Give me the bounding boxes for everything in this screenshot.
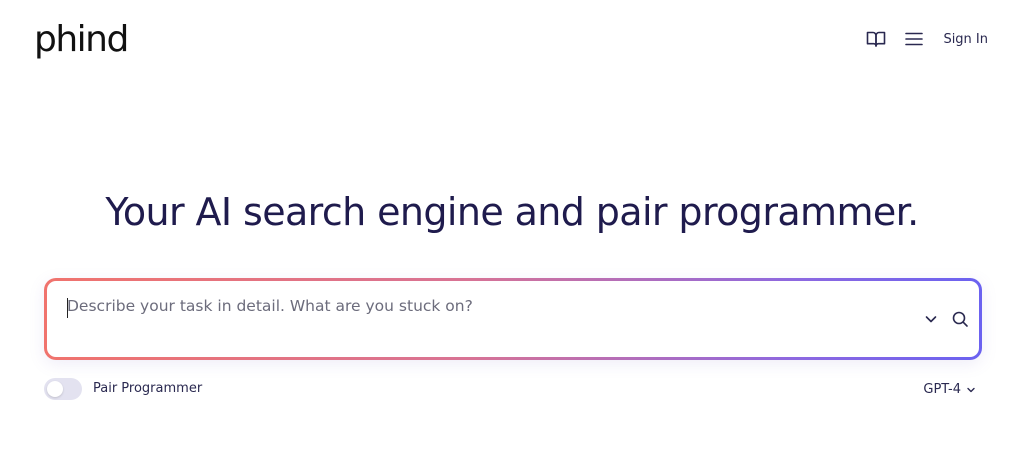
chevron-down-icon[interactable] [923,311,939,327]
header-actions: Sign In [865,26,988,52]
phind-logo[interactable]: phind [34,18,129,62]
book-open-icon[interactable] [865,28,887,50]
model-selector-label: GPT-4 [923,382,961,397]
text-cursor [67,298,68,318]
page-headline: Your AI search engine and pair programme… [105,190,919,234]
hamburger-menu-icon[interactable] [903,28,925,50]
search-box [44,278,982,360]
pair-programmer-label: Pair Programmer [93,381,203,396]
search-box-inner [47,281,979,357]
sign-in-link[interactable]: Sign In [943,32,988,47]
pair-programmer-toggle[interactable] [44,378,82,400]
search-input[interactable] [67,297,887,315]
search-icon[interactable] [951,310,969,328]
phind-home-page: phind Sign In Your AI search engine and … [0,0,1024,470]
chevron-down-icon [967,387,975,393]
model-selector[interactable]: GPT-4 [923,381,976,399]
toggle-knob [47,381,63,397]
